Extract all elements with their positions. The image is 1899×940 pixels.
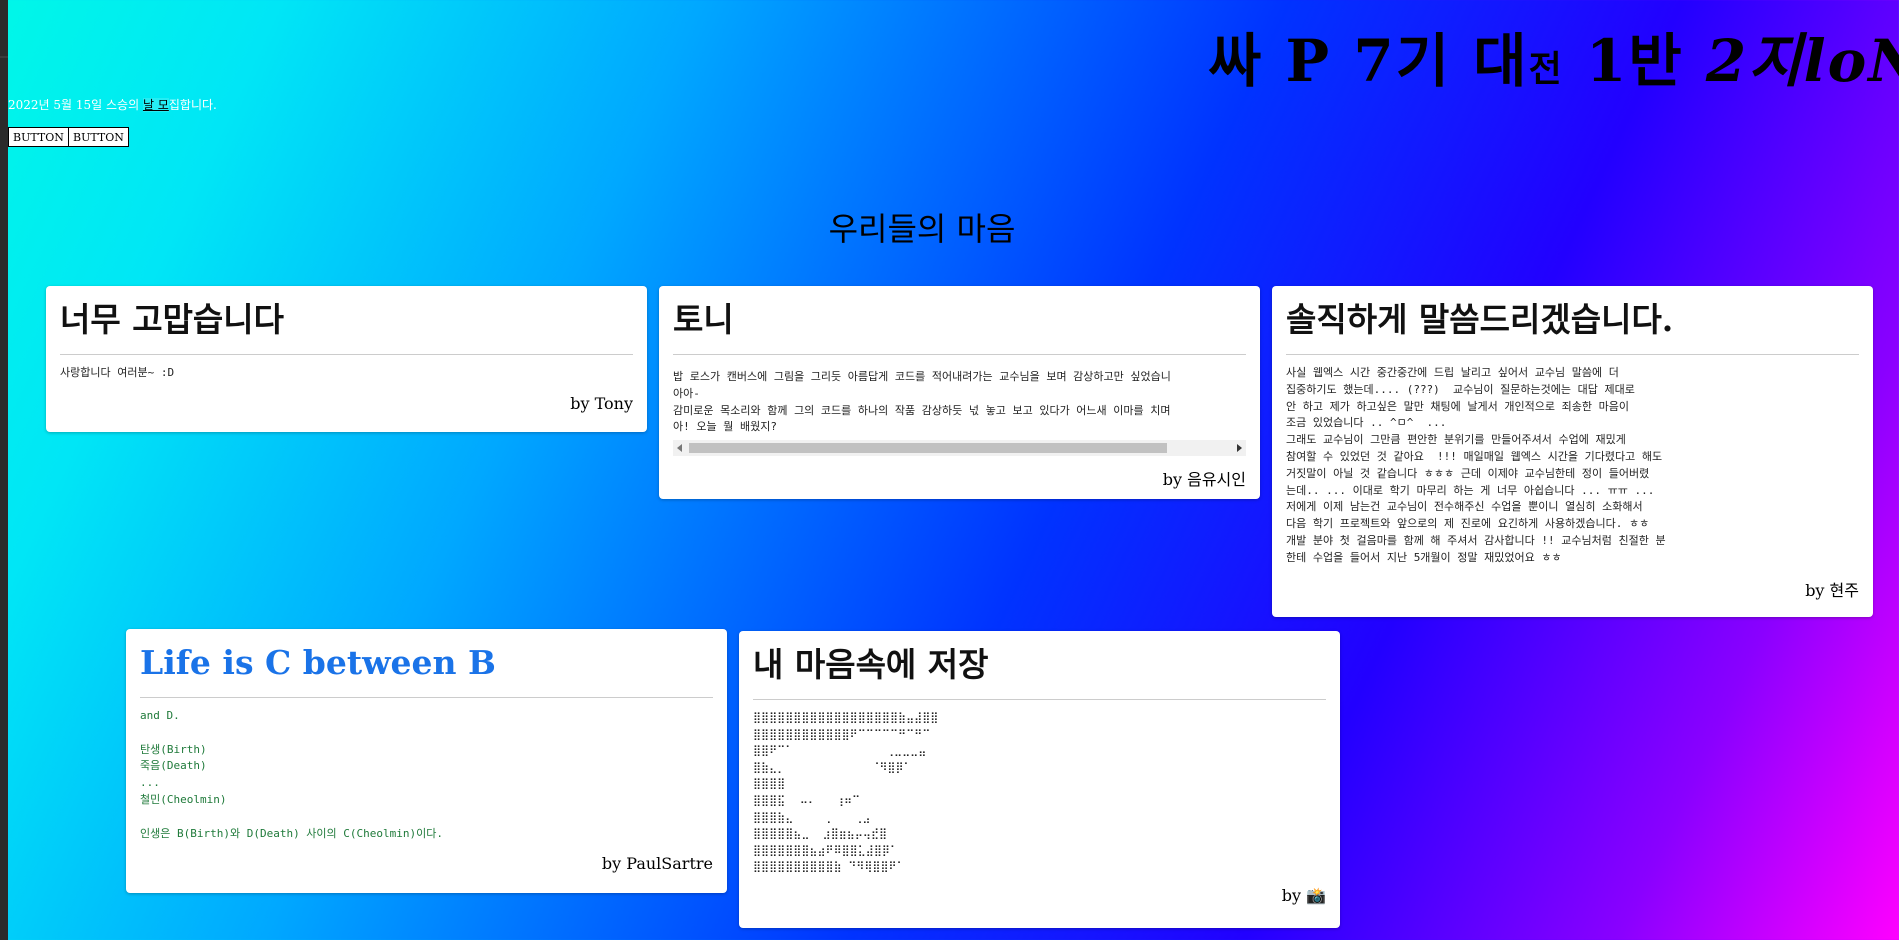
announcement: 2022년 5월 15일 스승의 날 모집합니다. bbox=[8, 96, 217, 113]
title-text-1: 싸 P 7기 대 bbox=[1208, 27, 1529, 95]
message-card: Life is C between B and D. 탄생(Birth) 죽음(… bbox=[126, 629, 727, 893]
ascii-art: ⣿⣿⣿⣿⣿⣿⣿⣿⣿⣿⣿⣿⣿⣿⣿⣿⣿⣿⣷⣤⣼⣿⣿ ⣿⣿⣿⣿⣿⣿⣿⣿⣿⣿⣿⣿⠟⠉⠉⠉… bbox=[753, 711, 939, 874]
title-text-3: 2지loNg bbox=[1705, 27, 1899, 95]
card-title: 솔직하게 말씀드리겠습니다. bbox=[1286, 298, 1859, 355]
message-card: 내 마음속에 저장 ⣿⣿⣿⣿⣿⣿⣿⣿⣿⣿⣿⣿⣿⣿⣿⣿⣿⣿⣷⣤⣼⣿⣿ ⣿⣿⣿⣿⣿⣿… bbox=[739, 631, 1340, 928]
window-left-edge bbox=[0, 0, 8, 940]
card-title: 내 마음속에 저장 bbox=[753, 643, 1326, 700]
card-title: 토니 bbox=[673, 298, 1246, 355]
announcement-text-end: 집합니다. bbox=[168, 98, 217, 112]
card-body: 사실 웹엑스 시간 중간중간에 드립 날리고 싶어서 교수님 말씀에 더 집중하… bbox=[1286, 366, 1666, 564]
announcement-text: 2022년 5월 15일 스승의 bbox=[8, 98, 143, 112]
message-card: 너무 고맙습니다 사랑합니다 여러분~ :D by Tony bbox=[46, 286, 647, 432]
card-author: by 현주 bbox=[1805, 580, 1859, 600]
card-author: by 📸 bbox=[1281, 885, 1326, 905]
card-title: 너무 고맙습니다 bbox=[60, 298, 633, 355]
button-2[interactable]: BUTTON bbox=[68, 127, 129, 147]
title-text-2: 1반 bbox=[1563, 27, 1706, 95]
card-author: by PaulSartre bbox=[601, 854, 713, 874]
card-body: and D. 탄생(Birth) 죽음(Death) ... 철민(Cheolm… bbox=[140, 709, 444, 840]
edge-tick bbox=[0, 56, 8, 58]
message-card: 토니 밥 로스가 캔버스에 그림을 그리듯 아름답게 코드를 적어내려가는 교수… bbox=[659, 286, 1260, 499]
message-card: 솔직하게 말씀드리겠습니다. 사실 웹엑스 시간 중간중간에 드립 날리고 싶어… bbox=[1272, 286, 1873, 617]
card-scroll-area[interactable]: 밥 로스가 캔버스에 그림을 그리듯 아름답게 코드를 적어내려가는 교수님을 … bbox=[673, 365, 1246, 436]
button-1[interactable]: BUTTON bbox=[8, 127, 69, 147]
page-title: 싸 P 7기 대전 1반 2지loNg bbox=[1208, 14, 1899, 98]
section-title: 우리들의 마음 bbox=[828, 210, 1016, 248]
card-author: by 음유시인 bbox=[1162, 470, 1246, 490]
scroll-right-icon[interactable] bbox=[1237, 444, 1242, 453]
card-author: by Tony bbox=[570, 393, 633, 413]
card-body: 사랑합니다 여러분~ :D bbox=[60, 366, 175, 379]
scrollbar-thumb[interactable] bbox=[689, 443, 1167, 454]
announcement-link[interactable]: 날 모 bbox=[142, 98, 169, 112]
title-text-small: 전 bbox=[1528, 48, 1564, 90]
card-title: Life is C between B bbox=[140, 641, 713, 698]
card-body: 밥 로스가 캔버스에 그림을 그리듯 아름답게 코드를 적어내려가는 교수님을 … bbox=[673, 370, 1171, 434]
scroll-left-icon[interactable] bbox=[677, 444, 682, 453]
horizontal-scrollbar[interactable] bbox=[673, 440, 1246, 457]
